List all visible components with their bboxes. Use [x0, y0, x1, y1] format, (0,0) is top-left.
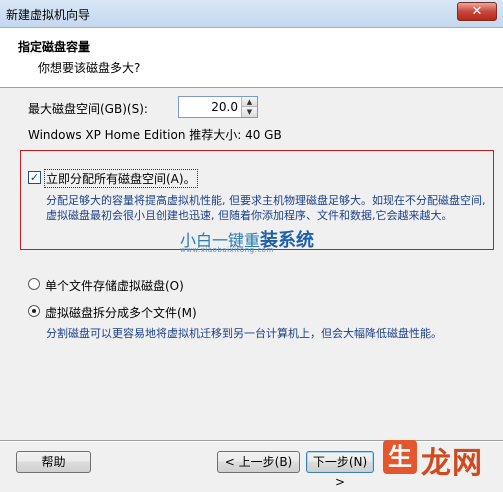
- watermark: 小白一键重装系统 www.xiaobaixitong.com: [180, 226, 340, 254]
- page-title: 指定磁盘容量: [18, 40, 91, 54]
- help-button[interactable]: 帮助: [16, 451, 91, 473]
- spin-down-icon[interactable]: ▼: [241, 107, 257, 117]
- disk-size-label: 最大磁盘空间(GB)(S):: [28, 102, 148, 116]
- disk-size-spinner[interactable]: ▲ ▼: [178, 96, 258, 118]
- logo-glyph: 生: [383, 440, 417, 474]
- wizard-header: 指定磁盘容量 你想要该磁盘多大?: [0, 28, 503, 88]
- check-icon: ✓: [29, 171, 40, 184]
- allocate-description: 分配足够大的容量将提高虚拟机性能, 但要求主机物理磁盘足够大。如现在不分配磁盘空…: [46, 194, 486, 222]
- split-description: 分割磁盘可以更容易地将虚拟机迁移到另一台计算机上，但会大幅降低磁盘性能。: [46, 327, 442, 340]
- single-file-radio[interactable]: [28, 278, 40, 290]
- allocate-all-label[interactable]: 立即分配所有磁盘空间(A)。: [44, 169, 198, 188]
- close-icon: ✕: [471, 4, 483, 19]
- watermark-url: www.xiaobaixitong.com: [180, 246, 274, 254]
- split-files-radio[interactable]: [28, 305, 40, 317]
- disk-size-input[interactable]: [179, 97, 241, 117]
- single-file-label[interactable]: 单个文件存储虚拟磁盘(O): [45, 277, 184, 294]
- recommended-size-text: Windows XP Home Edition 推荐大小: 40 GB: [28, 128, 282, 142]
- window-title: 新建虚拟机向导: [6, 8, 91, 22]
- back-button[interactable]: < 上一步(B): [217, 451, 300, 473]
- radio-selected-dot: [32, 309, 36, 313]
- page-subtitle: 你想要该磁盘多大?: [38, 61, 141, 75]
- allocate-all-checkbox[interactable]: ✓: [28, 171, 41, 184]
- next-button[interactable]: 下一步(N) >: [306, 451, 374, 489]
- title-bar: 新建虚拟机向导 ✕: [0, 0, 503, 28]
- spin-up-icon[interactable]: ▲: [241, 97, 257, 107]
- logo-text: 龙网: [421, 446, 483, 481]
- close-button[interactable]: ✕: [457, 2, 497, 21]
- site-logo: 生 龙网: [383, 436, 501, 481]
- split-files-label[interactable]: 虚拟磁盘拆分成多个文件(M): [45, 304, 197, 321]
